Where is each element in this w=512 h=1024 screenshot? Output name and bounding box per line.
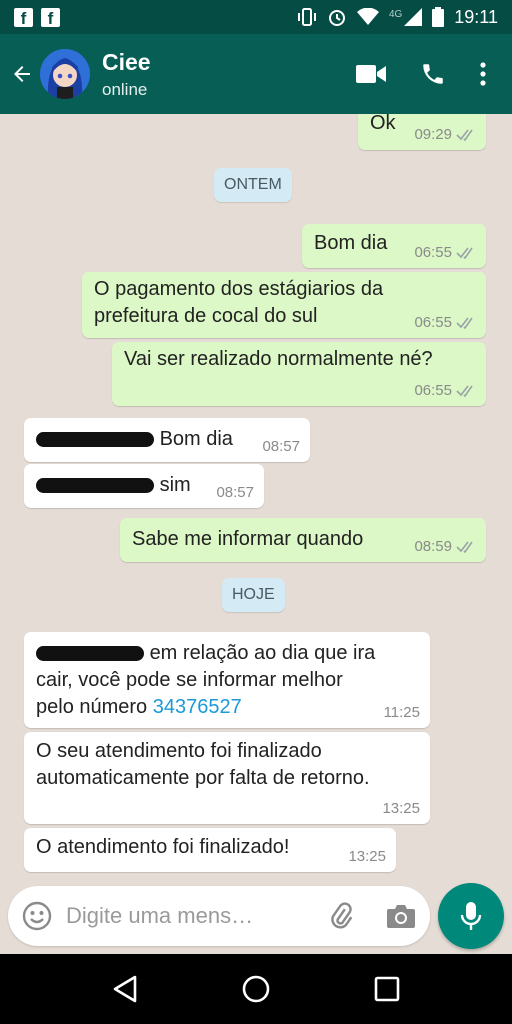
double-check-icon — [456, 385, 473, 397]
redacted-name — [36, 478, 154, 494]
message-text: Vai ser realizado normalmente né? — [124, 348, 433, 370]
message-list[interactable]: Ok 09:29 ONTEM Bom dia 06:55 O pagamento… — [0, 114, 512, 886]
message-incoming[interactable]: sim 08:57 — [24, 464, 264, 508]
nav-back-icon[interactable] — [112, 975, 138, 1003]
message-text: O pagamento dos estágiarios da prefeitura… — [94, 276, 383, 330]
network-type: 4G — [388, 8, 403, 20]
facebook-notification-icon: f — [14, 7, 33, 28]
message-meta: 09:29 — [414, 126, 476, 143]
message-meta: 08:59 — [414, 538, 476, 555]
message-time: 13:25 — [348, 848, 386, 865]
message-incoming[interactable]: Bom dia 08:57 — [24, 418, 310, 462]
message-text: em relação ao dia que ira cair, você pod… — [36, 640, 375, 721]
message-meta: 06:55 — [414, 382, 476, 399]
contact-status: online — [102, 79, 148, 99]
message-meta: 13:25 — [348, 848, 386, 865]
message-text: Bom dia — [36, 426, 233, 453]
message-meta: 06:55 — [414, 314, 476, 331]
contact-name[interactable]: Ciee — [102, 49, 151, 76]
message-line: prefeitura de cocal do sul — [94, 305, 318, 327]
message-time: 08:57 — [216, 484, 254, 501]
message-outgoing[interactable]: Vai ser realizado normalmente né? 06:55 — [112, 342, 486, 406]
message-time: 08:59 — [414, 538, 452, 555]
back-button[interactable] — [0, 62, 40, 86]
message-time: 06:55 — [414, 244, 452, 261]
mic-icon — [460, 902, 482, 930]
message-outgoing[interactable]: Bom dia 06:55 — [302, 224, 486, 268]
facebook-notification-icon: f — [41, 7, 60, 28]
battery-icon — [432, 7, 445, 27]
nav-recents-icon[interactable] — [374, 976, 400, 1002]
mic-button[interactable] — [438, 883, 504, 949]
double-check-icon — [456, 247, 473, 259]
redacted-name — [36, 646, 144, 662]
message-outgoing[interactable]: Sabe me informar quando 08:59 — [120, 518, 486, 562]
alarm-icon — [328, 10, 345, 26]
status-bar: f f 4G 19:11 — [0, 0, 512, 34]
message-text: Sabe me informar quando — [132, 528, 364, 550]
more-icon[interactable] — [480, 62, 486, 86]
date-divider: HOJE — [222, 578, 285, 612]
message-text: sim — [36, 472, 191, 499]
message-time: 06:55 — [414, 314, 452, 331]
vibrate-icon — [297, 8, 316, 26]
message-line: O seu atendimento foi finalizado — [36, 740, 322, 762]
message-incoming[interactable]: O atendimento foi finalizado! 13:25 — [24, 828, 396, 872]
message-placeholder: Digite uma mens… — [66, 903, 254, 928]
double-check-icon — [456, 317, 473, 329]
clock: 19:11 — [454, 6, 498, 27]
double-check-icon — [456, 129, 473, 141]
message-line: pelo número — [36, 696, 148, 718]
message-meta: 13:25 — [382, 800, 420, 817]
date-divider: ONTEM — [214, 168, 292, 202]
message-time: 06:55 — [414, 382, 452, 399]
message-body: sim — [159, 474, 191, 496]
message-outgoing[interactable]: O pagamento dos estágiarios da prefeitura… — [82, 272, 486, 338]
chat-header: Ciee online — [0, 34, 512, 114]
message-incoming[interactable]: em relação ao dia que ira cair, você pod… — [24, 632, 430, 728]
emoji-icon[interactable] — [22, 901, 52, 931]
signal-icon — [404, 8, 423, 26]
wifi-icon — [356, 8, 379, 25]
avatar-image — [40, 49, 90, 99]
avatar[interactable] — [40, 49, 90, 99]
message-line: em relação ao dia que ira — [149, 642, 376, 664]
system-nav-bar — [0, 954, 512, 1024]
message-meta: 08:57 — [262, 438, 300, 455]
message-input[interactable]: Digite uma mens… — [8, 886, 430, 946]
message-time: 08:57 — [262, 438, 300, 455]
message-line: cair, você pode se informar melhor — [36, 669, 343, 691]
message-time: 09:29 — [414, 126, 452, 143]
message-time: 11:25 — [383, 704, 420, 721]
message-text: Bom dia — [314, 232, 388, 254]
message-meta: 06:55 — [414, 244, 476, 261]
video-call-icon[interactable] — [356, 63, 386, 85]
phone-number-link[interactable]: 34376527 — [153, 696, 242, 718]
phone-icon[interactable] — [420, 61, 446, 87]
double-check-icon — [456, 541, 473, 553]
attach-icon[interactable] — [326, 901, 356, 931]
message-outgoing[interactable]: Ok 09:29 — [358, 114, 486, 150]
message-body: Bom dia — [159, 428, 233, 450]
message-incoming[interactable]: O seu atendimento foi finalizado automati… — [24, 732, 430, 824]
message-time: 13:25 — [382, 800, 420, 817]
message-meta: 11:25 — [384, 704, 420, 721]
nav-home-icon[interactable] — [241, 974, 271, 1004]
camera-icon[interactable] — [386, 903, 416, 929]
composer-bar: Digite uma mens… — [0, 883, 512, 954]
message-meta: 08:57 — [216, 484, 254, 501]
message-text: Ok — [370, 114, 396, 134]
back-arrow-icon — [14, 66, 30, 82]
message-line: O pagamento dos estágiarios da — [94, 278, 384, 300]
redacted-name — [36, 432, 154, 448]
message-text: O atendimento foi finalizado! — [36, 836, 290, 858]
message-text: O seu atendimento foi finalizado automati… — [36, 738, 370, 792]
message-line: automaticamente por falta de retorno. — [36, 767, 370, 789]
